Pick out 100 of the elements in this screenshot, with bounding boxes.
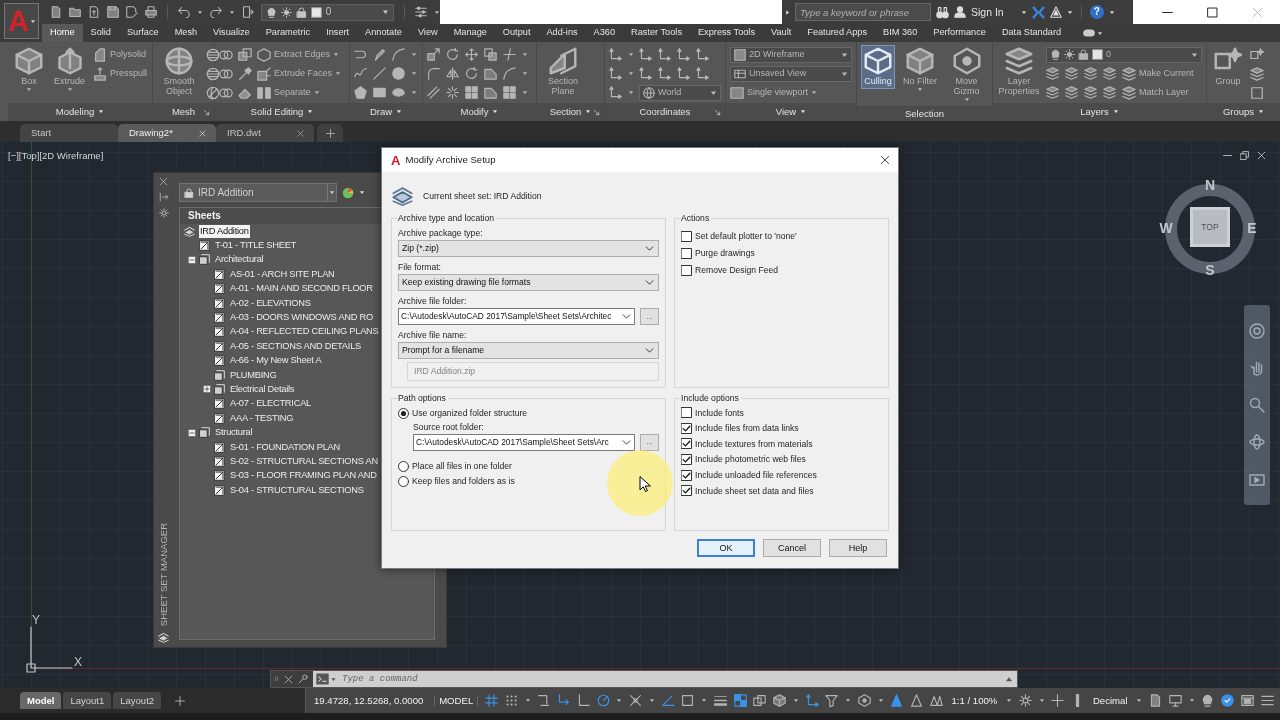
tree-item[interactable]: A-66 - My New Sheet A <box>229 354 323 368</box>
sign-in-button[interactable]: Sign In <box>971 5 1004 19</box>
lightbulb-icon[interactable] <box>1201 694 1215 707</box>
angle-icon[interactable] <box>661 694 675 707</box>
tree-item[interactable]: AAA - TESTING <box>229 411 295 425</box>
tree-item[interactable]: S-04 - STRUCTURAL SECTIONS <box>229 483 365 497</box>
caret-icon[interactable] <box>1066 9 1073 15</box>
collapse-icon[interactable] <box>188 255 196 264</box>
tree-item[interactable]: A-01 - MAIN AND SECOND FLOOR <box>229 282 374 296</box>
browse-button[interactable]: ... <box>640 308 659 325</box>
units-button[interactable]: Decimal <box>1090 694 1130 707</box>
binoculars-icon[interactable] <box>936 5 949 19</box>
redo-icon[interactable] <box>209 6 222 18</box>
close-icon[interactable] <box>284 674 293 684</box>
tree-item[interactable]: A-02 - ELEVATIONS <box>229 296 312 310</box>
printer-icon[interactable] <box>145 6 157 18</box>
tree-item[interactable]: IRD Addition <box>199 224 250 238</box>
checker-icon[interactable] <box>733 694 747 707</box>
tree-item[interactable]: T-01 - TITLE SHEET <box>214 239 298 253</box>
checkbox[interactable] <box>681 438 692 450</box>
right-angle-icon[interactable] <box>576 694 590 707</box>
checkbox[interactable] <box>681 454 692 466</box>
tree-item[interactable]: Architectural <box>214 253 265 267</box>
tree-item[interactable]: S-02 - STRUCTURAL SECTIONS AN <box>229 454 379 468</box>
checkbox[interactable] <box>681 265 692 276</box>
expand-icon[interactable] <box>203 385 211 394</box>
document-icon[interactable] <box>50 6 62 18</box>
checkbox[interactable] <box>681 407 692 419</box>
caret-icon[interactable] <box>792 698 799 703</box>
funnel-icon[interactable] <box>825 694 839 707</box>
caret-icon[interactable] <box>1038 698 1045 703</box>
upload-document-icon[interactable] <box>88 6 100 18</box>
annotation-scale-button[interactable]: 1:1 / 100% <box>949 694 1000 707</box>
radio-button[interactable] <box>398 475 409 487</box>
hexagon-icon[interactable] <box>857 694 871 707</box>
file-tab[interactable]: IRD.dwt <box>216 124 314 142</box>
overlap-squares-icon[interactable] <box>753 694 767 707</box>
caret-icon[interactable] <box>1136 698 1143 703</box>
restore-icon[interactable] <box>1240 151 1249 160</box>
close-icon[interactable] <box>880 155 890 165</box>
lines-icon[interactable] <box>713 694 727 707</box>
checkbox[interactable] <box>681 485 692 497</box>
caret-icon[interactable] <box>228 9 235 15</box>
sheet-stack-icon[interactable] <box>158 632 169 643</box>
dropdown[interactable]: Prompt for a filename <box>398 342 659 359</box>
menu-icon[interactable] <box>1260 694 1274 707</box>
caret-icon[interactable] <box>196 9 203 15</box>
viewport-label[interactable]: [−][Top][2D Wireframe] <box>8 150 104 162</box>
checkbox[interactable] <box>681 248 692 259</box>
gear-icon[interactable] <box>1018 694 1032 707</box>
help-button[interactable]: ? <box>1089 5 1104 19</box>
caret-icon[interactable] <box>1006 698 1013 703</box>
file-tab[interactable]: Start <box>20 124 118 142</box>
sheet-set-dropdown[interactable]: IRD Addition <box>179 183 337 202</box>
radio-button[interactable] <box>398 460 409 472</box>
tree-item[interactable]: S-01 - FOUNDATION PLAN <box>229 440 342 454</box>
bent-arrow-icon[interactable] <box>557 694 570 707</box>
prompt-icon[interactable] <box>316 673 329 685</box>
axes-icon[interactable] <box>805 694 819 707</box>
cross-icon[interactable] <box>629 694 642 707</box>
tree-item[interactable]: A-04 - REFLECTED CEILING PLANS <box>229 325 380 339</box>
caret-icon[interactable] <box>1097 30 1104 36</box>
wheel-icon[interactable] <box>1249 323 1265 340</box>
model-space-button[interactable]: MODEL <box>434 694 479 707</box>
triangles-icon[interactable] <box>929 694 943 707</box>
save-icon[interactable] <box>107 6 119 18</box>
checkbox[interactable] <box>681 231 692 242</box>
plus-icon[interactable] <box>175 695 186 706</box>
search-field[interactable]: Type a keyword or phrase <box>795 3 931 21</box>
tree-item[interactable]: S-03 - FLOOR FRAMING PLAN AND <box>229 469 378 483</box>
document-icon[interactable] <box>1149 694 1163 707</box>
caret-icon[interactable] <box>845 698 851 703</box>
monitor-icon[interactable] <box>1168 694 1182 707</box>
color-wheel-icon[interactable] <box>342 186 354 199</box>
tree-item[interactable]: A-03 - DOORS WINDOWS AND RO <box>229 311 375 325</box>
square-icon[interactable] <box>681 694 695 707</box>
save-as-icon[interactable] <box>126 6 138 18</box>
layer-dropdown[interactable]: 0 <box>260 3 395 21</box>
undo-icon[interactable] <box>177 6 190 18</box>
tree-item[interactable]: A-07 - ELECTRICAL <box>229 397 312 411</box>
caret-icon[interactable] <box>701 698 707 703</box>
check-circle-icon[interactable] <box>1221 694 1235 707</box>
caret-icon[interactable] <box>616 698 623 703</box>
tree-item[interactable]: AS-01 - ARCH SITE PLAN <box>229 267 336 281</box>
layout-tab[interactable]: Layout2 <box>113 692 162 709</box>
wrench-icon[interactable] <box>298 674 308 684</box>
tree-item[interactable]: Electrical Details <box>229 383 296 396</box>
caret-icon[interactable] <box>1108 9 1115 15</box>
orbit-icon[interactable] <box>1249 433 1265 450</box>
caret-icon[interactable] <box>331 676 336 682</box>
viewcube-face[interactable]: TOP <box>1190 207 1230 247</box>
file-tab[interactable]: Drawing2* <box>118 124 216 142</box>
caret-icon[interactable] <box>877 698 884 703</box>
checkbox[interactable] <box>681 469 692 481</box>
dialog-button[interactable]: Cancel <box>763 539 821 557</box>
tree-item[interactable]: A-05 - SECTIONS AND DETAILS <box>229 339 362 353</box>
triangle-outline-icon[interactable] <box>910 694 923 707</box>
folder-icon[interactable] <box>69 6 81 18</box>
caret-icon[interactable] <box>648 698 655 703</box>
dropdown[interactable]: Keep existing drawing file formats <box>398 274 659 291</box>
